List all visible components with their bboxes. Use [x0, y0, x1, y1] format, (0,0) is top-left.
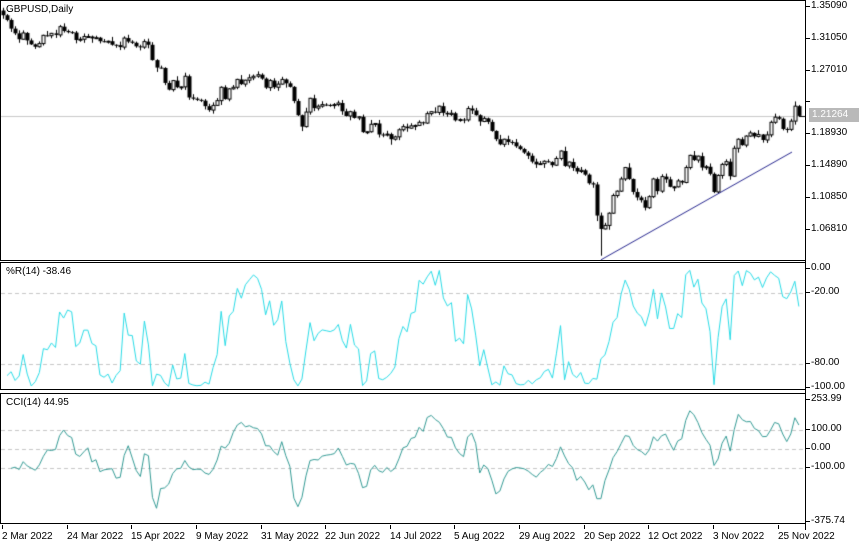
axis-tick [805, 6, 810, 7]
time-axis-label: 29 Aug 2022 [519, 531, 576, 542]
time-axis-label: 15 Apr 2022 [131, 531, 185, 542]
wpr-indicator-panel: %R(14) -38.46 [0, 262, 806, 390]
price-axis-label: -80.00 [811, 357, 840, 368]
time-axis-label: 20 Sep 2022 [584, 531, 641, 542]
time-axis-label: 25 Nov 2022 [778, 531, 835, 542]
price-axis-label: -100.00 [811, 461, 845, 472]
price-axis-label: 1.06810 [811, 223, 848, 234]
price-axis-label: -20.00 [811, 286, 840, 297]
price-axis-label: 1.10850 [811, 191, 848, 202]
price-axis-label: 1.27010 [811, 64, 848, 75]
time-axis-tick [713, 525, 714, 529]
price-axis-label: 1.31050 [811, 32, 848, 43]
time-axis-tick [131, 525, 132, 529]
wpr-indicator-canvas[interactable] [1, 263, 805, 389]
axis-tick [805, 521, 810, 522]
time-axis-tick [2, 525, 3, 529]
time-axis-label: 12 Oct 2022 [648, 531, 703, 542]
axis-tick [805, 448, 810, 449]
cci-indicator-panel: CCI(14) 44.95 [0, 393, 806, 524]
price-axis-label: 100.00 [811, 423, 842, 434]
axis-tick [805, 229, 810, 230]
chart-window: GBPUSD,Daily %R(14) -38.46 CCI(14) 44.95… [0, 0, 860, 550]
time-axis-tick [584, 525, 585, 529]
time-axis-label: 5 Aug 2022 [454, 531, 505, 542]
time-axis-label: 2 Mar 2022 [2, 531, 53, 542]
price-axis-label: 0.00 [811, 442, 831, 453]
time-axis-tick [648, 525, 649, 529]
cci-indicator-canvas[interactable] [1, 394, 805, 523]
price-axis-label: -100.00 [811, 381, 845, 392]
time-axis-label: 14 Jul 2022 [390, 531, 442, 542]
time-axis-tick [519, 525, 520, 529]
wpr-indicator-label: %R(14) -38.46 [6, 266, 72, 277]
axis-tick [805, 101, 810, 102]
price-axis-label: -375.74 [811, 515, 845, 526]
axis-tick [805, 387, 810, 388]
axis-tick [805, 429, 810, 430]
price-axis-label: 253.99 [811, 393, 842, 404]
axis-tick [805, 165, 810, 166]
price-axis-label: 1.14890 [811, 159, 848, 170]
price-axis-label: 1.35090 [811, 0, 848, 11]
price-axis-label: 0.00 [811, 262, 831, 273]
axis-tick [805, 467, 810, 468]
main-chart-panel: GBPUSD,Daily [0, 0, 806, 261]
time-axis-label: 24 Mar 2022 [67, 531, 124, 542]
axis-tick [805, 38, 810, 39]
axis-tick [805, 133, 810, 134]
time-axis-tick [196, 525, 197, 529]
time-axis-tick [778, 525, 779, 529]
price-axis-label: 1.18930 [811, 127, 848, 138]
price-chart-canvas[interactable] [1, 1, 805, 260]
axis-tick [805, 363, 810, 364]
time-axis-label: 22 Jun 2022 [325, 531, 381, 542]
axis-tick [805, 268, 810, 269]
chart-title: GBPUSD,Daily [6, 4, 74, 15]
time-axis-tick [390, 525, 391, 529]
time-axis-label: 31 May 2022 [261, 531, 319, 542]
cci-indicator-label: CCI(14) 44.95 [6, 397, 69, 408]
axis-tick [805, 292, 810, 293]
axis-tick [805, 399, 810, 400]
time-axis-tick [261, 525, 262, 529]
time-axis-tick [454, 525, 455, 529]
price-axis-line [805, 0, 806, 530]
time-axis-label: 9 May 2022 [196, 531, 249, 542]
axis-tick [805, 197, 810, 198]
time-axis-tick [325, 525, 326, 529]
time-axis-tick [67, 525, 68, 529]
axis-tick [805, 70, 810, 71]
time-axis-label: 3 Nov 2022 [713, 531, 765, 542]
current-price-badge: 1.21264 [809, 108, 859, 122]
